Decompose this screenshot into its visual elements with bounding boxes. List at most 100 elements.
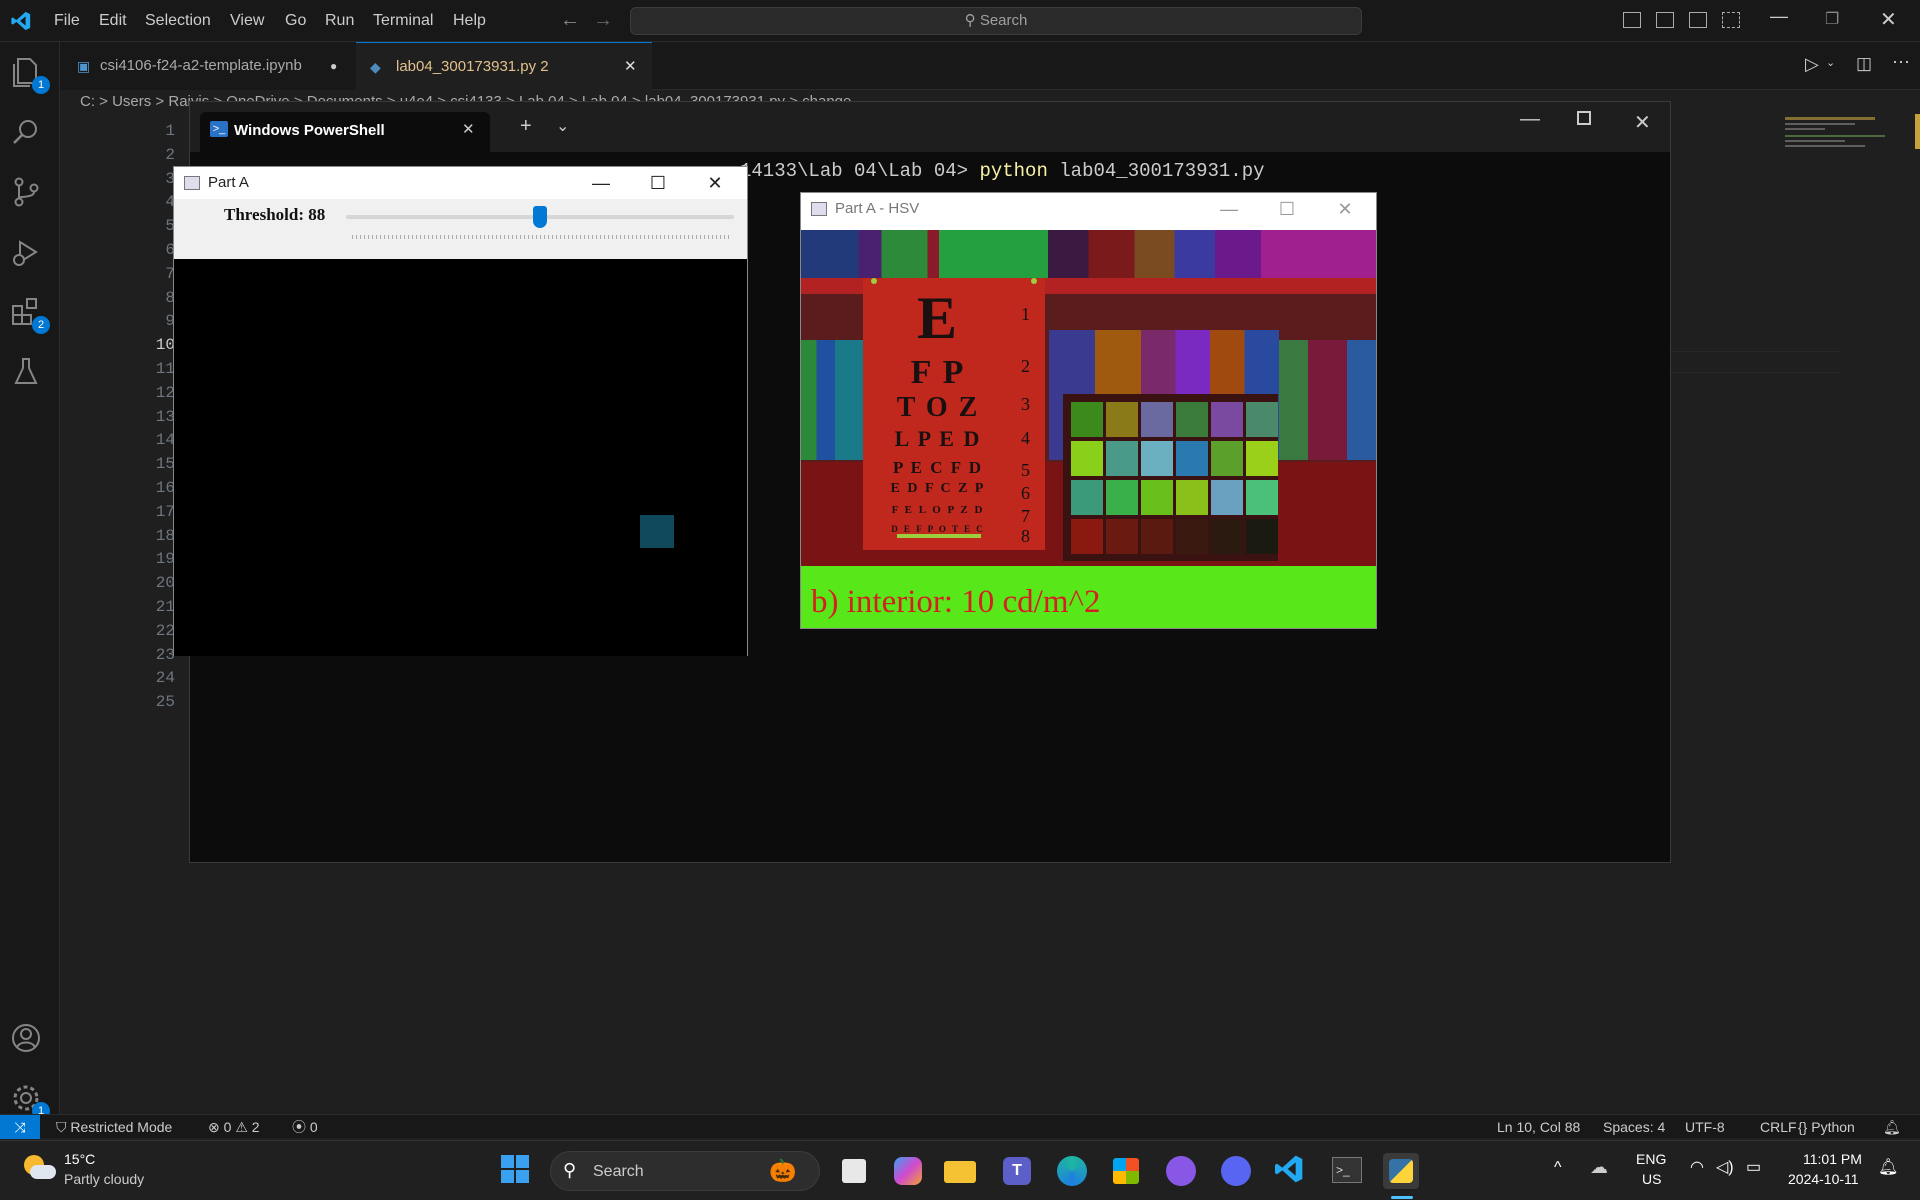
chart-row-number: 3 (1021, 394, 1030, 414)
tab-powershell[interactable]: >_ Windows PowerShell ✕ (200, 112, 490, 152)
ports-indicator[interactable]: ⦿ 0 (292, 1115, 318, 1139)
cursor-position[interactable]: Ln 10, Col 88 (1497, 1115, 1580, 1139)
line-number: 2 (165, 145, 175, 164)
customize-layout-icon[interactable] (1722, 12, 1740, 28)
remote-indicator-icon[interactable]: ⤨ (0, 1115, 40, 1139)
ports-icon: ⦿ (292, 1119, 310, 1135)
menu-file[interactable]: File (54, 0, 80, 42)
tab-dropdown-chevron-icon[interactable]: ⌄ (556, 116, 569, 136)
new-tab-plus-icon[interactable]: + (520, 115, 532, 138)
close-icon[interactable]: ✕ (1880, 7, 1897, 32)
file-explorer-icon[interactable] (944, 1153, 980, 1189)
line-number: 22 (155, 621, 175, 640)
maximize-icon[interactable]: ☐ (635, 167, 681, 199)
input-language[interactable]: ENG (1636, 1151, 1666, 1167)
minimize-icon[interactable]: — (1206, 193, 1252, 225)
minimize-icon[interactable]: — (578, 167, 624, 199)
run-dropdown-chevron-icon[interactable]: ⌄ (1826, 56, 1835, 69)
notification-bell-icon[interactable]: 🔔︎ (1878, 1157, 1898, 1177)
weather-partly-cloudy-icon[interactable] (22, 1153, 56, 1183)
maximize-icon[interactable] (1577, 111, 1591, 125)
split-editor-icon[interactable]: ◫ (1856, 54, 1872, 74)
encoding[interactable]: UTF-8 (1685, 1115, 1725, 1139)
copilot-icon[interactable] (890, 1153, 926, 1189)
close-icon[interactable]: ✕ (692, 167, 738, 199)
battery-icon[interactable]: ▭ (1746, 1157, 1761, 1177)
color-patch (1176, 519, 1208, 554)
wifi-icon[interactable]: ◠ (1690, 1157, 1704, 1177)
testing-flask-icon[interactable] (10, 356, 50, 396)
command-search-box[interactable]: ⚲ Search (630, 7, 1362, 35)
close-tab-icon[interactable]: ✕ (624, 43, 637, 91)
toggle-secondary-sidebar-icon[interactable] (1689, 12, 1707, 28)
search-icon: ⚲ (964, 12, 980, 29)
clock-time[interactable]: 11:01 PM (1803, 1151, 1862, 1167)
part-a-hsv-window[interactable]: Part A - HSV — ☐ ✕ E 1 F P 2 T O Z 3 L P E D 4 P… (800, 192, 1377, 629)
search-placeholder: Search (979, 12, 1028, 29)
vscode-taskbar-icon[interactable] (1273, 1153, 1309, 1189)
python-taskbar-icon[interactable] (1383, 1153, 1419, 1189)
color-patch (1141, 402, 1173, 437)
explorer-icon[interactable]: 1 (10, 56, 50, 96)
input-region[interactable]: US (1642, 1171, 1661, 1187)
edge-icon[interactable] (1054, 1153, 1090, 1189)
minimize-icon[interactable]: — (1770, 6, 1788, 27)
line-ending[interactable]: CRLF (1760, 1115, 1797, 1139)
maximize-icon[interactable]: ☐ (1264, 193, 1310, 225)
source-control-icon[interactable] (10, 176, 50, 216)
menu-selection[interactable]: Selection (145, 0, 211, 42)
menu-view[interactable]: View (230, 0, 264, 42)
show-hidden-icons-chevron-icon[interactable]: ^ (1554, 1159, 1562, 1177)
extensions-icon[interactable]: 2 (10, 296, 50, 336)
close-icon[interactable]: ✕ (1634, 110, 1651, 135)
indentation[interactable]: Spaces: 4 (1603, 1115, 1665, 1139)
restricted-mode-indicator[interactable]: ⛉ Restricted Mode (56, 1115, 172, 1139)
line-number: 12 (155, 383, 175, 402)
color-patch (1141, 480, 1173, 515)
menu-terminal[interactable]: Terminal (373, 0, 433, 42)
run-python-file-icon[interactable]: ▷ (1805, 54, 1819, 75)
toggle-primary-sidebar-icon[interactable] (1623, 12, 1641, 28)
menu-go[interactable]: Go (285, 0, 306, 42)
toggle-panel-icon[interactable] (1656, 12, 1674, 28)
close-icon[interactable]: ✕ (1322, 193, 1368, 225)
minimap[interactable] (1785, 114, 1905, 174)
discord-icon[interactable] (1218, 1153, 1254, 1189)
more-actions-icon[interactable]: ⋯ (1892, 52, 1910, 73)
back-arrow-icon[interactable]: ← (560, 9, 580, 32)
notifications-bell-icon[interactable]: 🔔︎ (1883, 1115, 1901, 1139)
part-a-window[interactable]: Part A — ☐ ✕ Threshold: 88 (173, 166, 748, 656)
weather-desc[interactable]: Partly cloudy (64, 1171, 144, 1187)
forward-arrow-icon[interactable]: → (593, 9, 613, 32)
minimize-icon[interactable]: — (1520, 108, 1540, 131)
language-mode[interactable]: {} Python (1798, 1115, 1855, 1139)
teams-icon[interactable]: T (999, 1153, 1035, 1189)
search-view-icon[interactable] (10, 116, 50, 156)
volume-icon[interactable]: ◁) (1716, 1157, 1734, 1177)
microsoft-store-icon[interactable] (1108, 1153, 1144, 1189)
close-tab-icon[interactable]: ✕ (462, 120, 475, 138)
line-number: 4 (165, 193, 175, 212)
run-debug-icon[interactable] (10, 236, 50, 276)
taskbar-search-box[interactable]: ⚲ Search 🎃 (550, 1151, 820, 1191)
threshold-slider-thumb[interactable] (533, 206, 547, 228)
problems-indicator[interactable]: ⊗ 0 ⚠ 2 (208, 1115, 260, 1139)
menu-help[interactable]: Help (453, 0, 486, 42)
unsaved-dot-icon[interactable]: ● (330, 42, 337, 90)
color-patch (1071, 480, 1103, 515)
start-windows-icon[interactable] (499, 1153, 535, 1189)
accounts-icon[interactable] (10, 1022, 50, 1062)
menu-run[interactable]: Run (325, 0, 354, 42)
menu-edit[interactable]: Edit (99, 0, 127, 42)
line-number: 14 (155, 431, 175, 450)
scrollbar-thumb[interactable] (1915, 114, 1920, 149)
restore-icon[interactable]: ❐ (1825, 9, 1839, 29)
terminal-taskbar-icon[interactable]: >_ (1328, 1153, 1364, 1189)
tab-notebook[interactable]: ▣ csi4106-f24-a2-template.ipynb ● (60, 42, 355, 90)
tab-python-file[interactable]: ◆ lab04_300173931.py 2 ✕ (356, 42, 652, 90)
weather-temp[interactable]: 15°C (64, 1151, 95, 1167)
clock-date[interactable]: 2024-10-11 (1788, 1171, 1859, 1187)
task-view-icon[interactable] (836, 1153, 872, 1189)
github-desktop-icon[interactable] (1163, 1153, 1199, 1189)
cloud-sync-icon[interactable]: ☁ (1590, 1157, 1608, 1178)
